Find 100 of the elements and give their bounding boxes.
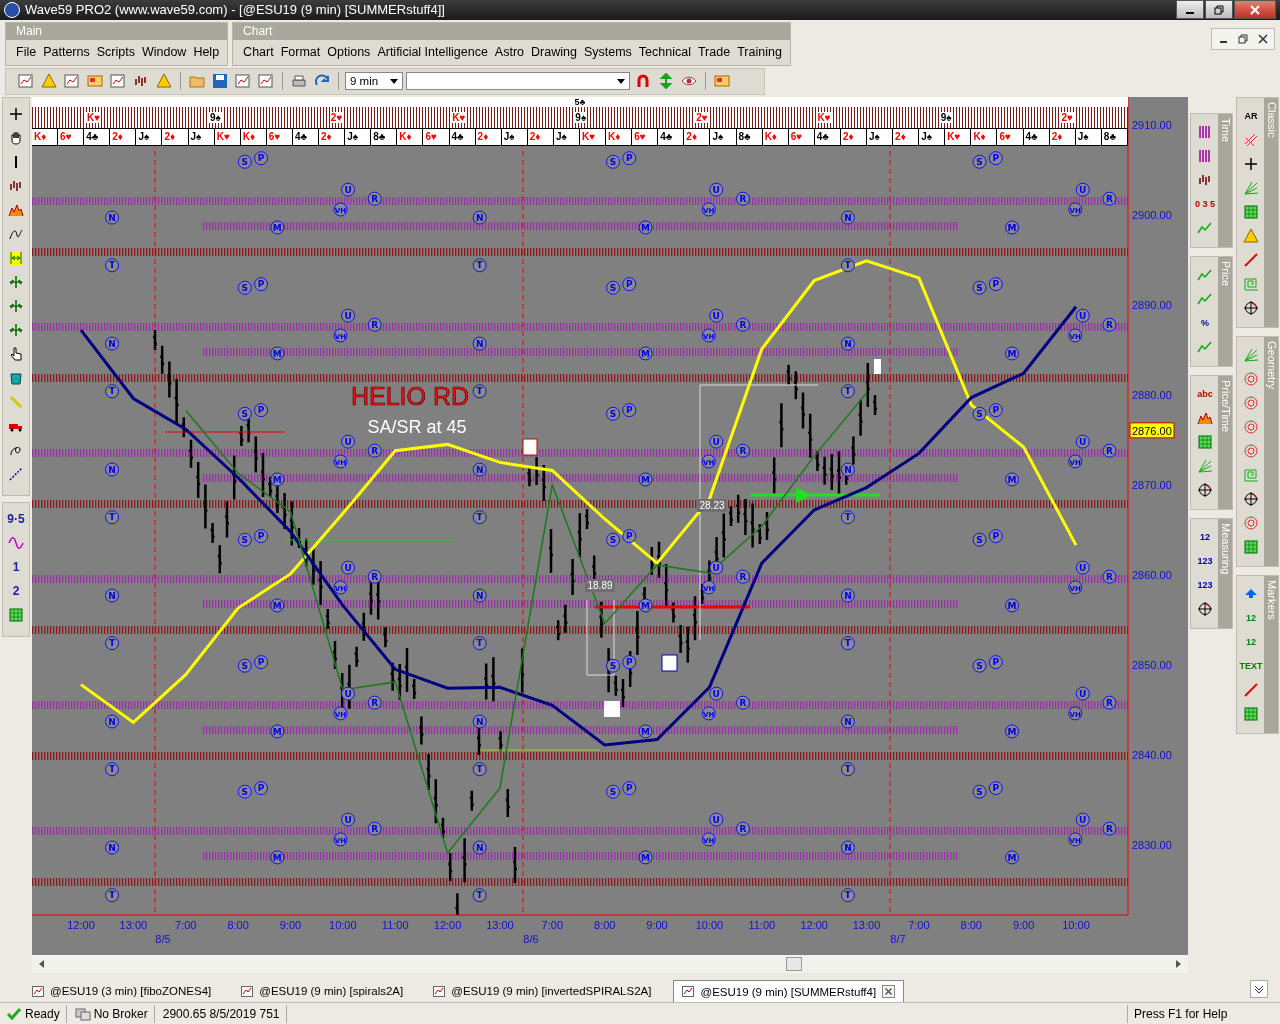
save-icon[interactable] <box>212 73 228 90</box>
concentric-circles-icon[interactable] <box>1243 443 1259 460</box>
crosshair-icon[interactable] <box>8 106 24 123</box>
sine-wave-icon[interactable] <box>8 535 24 552</box>
chart-icon[interactable] <box>235 73 251 90</box>
dashed-line-icon[interactable] <box>8 466 24 483</box>
width-arrows-icon[interactable] <box>8 250 24 267</box>
scroll-thumb[interactable] <box>786 956 802 971</box>
diagonal-line-icon[interactable] <box>1243 682 1259 699</box>
menu-item[interactable]: Help <box>193 45 220 59</box>
wave-icon[interactable] <box>1197 410 1213 427</box>
time-tick-label: 7:00 <box>175 918 197 931</box>
menu-item[interactable]: Training <box>737 45 782 59</box>
chart-tab[interactable]: @ESU19 (9 min) [invertedSPIRALS2A] <box>425 980 660 1002</box>
chart-icon[interactable] <box>110 73 126 90</box>
tool-button[interactable]: 1 <box>6 558 26 576</box>
astro-marker: P <box>254 403 269 418</box>
menu-item[interactable]: Systems <box>583 45 632 59</box>
menu-item[interactable]: Options <box>327 45 371 59</box>
tool-button[interactable]: AR <box>1239 107 1263 125</box>
astro-marker: N <box>840 210 855 225</box>
chart-tab[interactable]: @ESU19 (3 min) [fiboZONES4] <box>24 980 220 1002</box>
window-icon[interactable] <box>714 73 730 90</box>
tool-button[interactable]: 0 3 5 <box>1193 195 1217 213</box>
diagonal-line-icon[interactable] <box>1243 252 1259 269</box>
wave-icon[interactable] <box>8 202 24 219</box>
chart-icon[interactable] <box>18 73 34 90</box>
minimize-button[interactable] <box>1176 0 1204 20</box>
target-icon[interactable] <box>1243 491 1259 508</box>
grid-square-icon[interactable] <box>1243 539 1259 556</box>
warning-icon[interactable] <box>156 73 172 90</box>
interval-dropdown[interactable]: 9 min <box>345 72 403 91</box>
target-icon[interactable] <box>1197 601 1213 618</box>
menu-item[interactable]: Drawing <box>531 45 577 59</box>
grid-square-icon[interactable] <box>1243 204 1259 221</box>
menu-item[interactable]: File <box>16 45 37 59</box>
restore-button[interactable] <box>1205 0 1233 20</box>
arrows-icon[interactable] <box>8 274 24 291</box>
card-cell: K♦ <box>762 129 789 145</box>
chart-icon[interactable] <box>258 73 274 90</box>
tool-button[interactable]: % <box>1193 314 1217 332</box>
tool-button[interactable]: TEXT <box>1239 657 1263 675</box>
arrows-icon[interactable] <box>8 322 24 339</box>
astro-marker: S <box>972 784 987 799</box>
astro-marker: R <box>1102 443 1117 458</box>
grid-square-icon[interactable] <box>1197 434 1213 451</box>
card-cell: K♥ <box>214 129 241 145</box>
tool-button[interactable]: 123 <box>1193 552 1217 570</box>
tool-button[interactable]: 2 <box>6 582 26 600</box>
menu-item[interactable]: Astro <box>494 45 525 59</box>
astro-marker: P <box>988 781 1003 795</box>
chart-tab[interactable]: @ESU19 (9 min) [spirals2A] <box>233 980 412 1002</box>
chart-icon[interactable] <box>64 73 80 90</box>
astro-marker: S <box>972 280 987 295</box>
tool-button[interactable]: abc <box>1193 385 1217 403</box>
close-button[interactable] <box>1234 0 1276 20</box>
close-icon[interactable] <box>882 985 896 998</box>
vertical-bars-icon[interactable] <box>1197 148 1213 165</box>
menu-item[interactable]: Patterns <box>43 45 90 59</box>
pointer-icon[interactable] <box>8 346 24 363</box>
warning-icon[interactable] <box>41 73 57 90</box>
concentric-circles-icon[interactable] <box>1243 395 1259 412</box>
astro-marker: N <box>472 462 487 477</box>
astro-marker: M <box>1005 346 1019 361</box>
tool-button[interactable]: 123 <box>1193 576 1217 594</box>
window-icon[interactable] <box>87 73 103 90</box>
vertical-bars-icon[interactable] <box>1197 124 1213 141</box>
time-tick-label: 7:00 <box>541 918 564 931</box>
printer-icon[interactable] <box>291 73 307 90</box>
target-icon[interactable] <box>1243 300 1259 317</box>
hand-icon[interactable] <box>8 130 24 147</box>
menu-item[interactable]: Format <box>280 45 321 59</box>
menu-item[interactable]: Technical <box>638 45 691 59</box>
time-tick-label: 12:00 <box>800 918 828 931</box>
trash-icon[interactable] <box>8 370 24 387</box>
concentric-circles-icon[interactable] <box>1243 419 1259 436</box>
grid-square-icon[interactable] <box>1243 706 1259 723</box>
concentric-circles-icon[interactable] <box>1243 515 1259 532</box>
tool-button[interactable]: 12 <box>1193 528 1217 546</box>
symbol-dropdown[interactable] <box>406 72 630 91</box>
menu-item[interactable]: Window <box>141 45 187 59</box>
tab-list-button[interactable] <box>1250 980 1268 998</box>
menu-item[interactable]: Scripts <box>96 45 135 59</box>
menu-item[interactable]: Artificial Intelligence <box>377 45 488 59</box>
tool-button[interactable]: 9·5 <box>6 510 26 528</box>
menu-item[interactable]: Trade <box>697 45 731 59</box>
warning-icon[interactable] <box>1243 228 1259 245</box>
magnet-icon[interactable] <box>635 73 651 90</box>
tool-button[interactable]: 12 <box>1239 609 1263 627</box>
tool-button[interactable]: 12 <box>1239 633 1263 651</box>
crossed-lines-icon[interactable] <box>1243 132 1259 149</box>
arrows-icon[interactable] <box>8 298 24 315</box>
target-icon[interactable] <box>1197 482 1213 499</box>
menu-item[interactable]: Chart <box>243 45 274 59</box>
astro-marker: U <box>1075 812 1090 827</box>
card-label: 2♥ <box>329 112 344 124</box>
grid-square-icon[interactable] <box>8 607 24 624</box>
crosshair-icon[interactable] <box>1243 156 1259 173</box>
chart-tab[interactable]: @ESU19 (9 min) [SUMMERstuff4] <box>673 980 905 1002</box>
concentric-circles-icon[interactable] <box>1243 371 1259 388</box>
